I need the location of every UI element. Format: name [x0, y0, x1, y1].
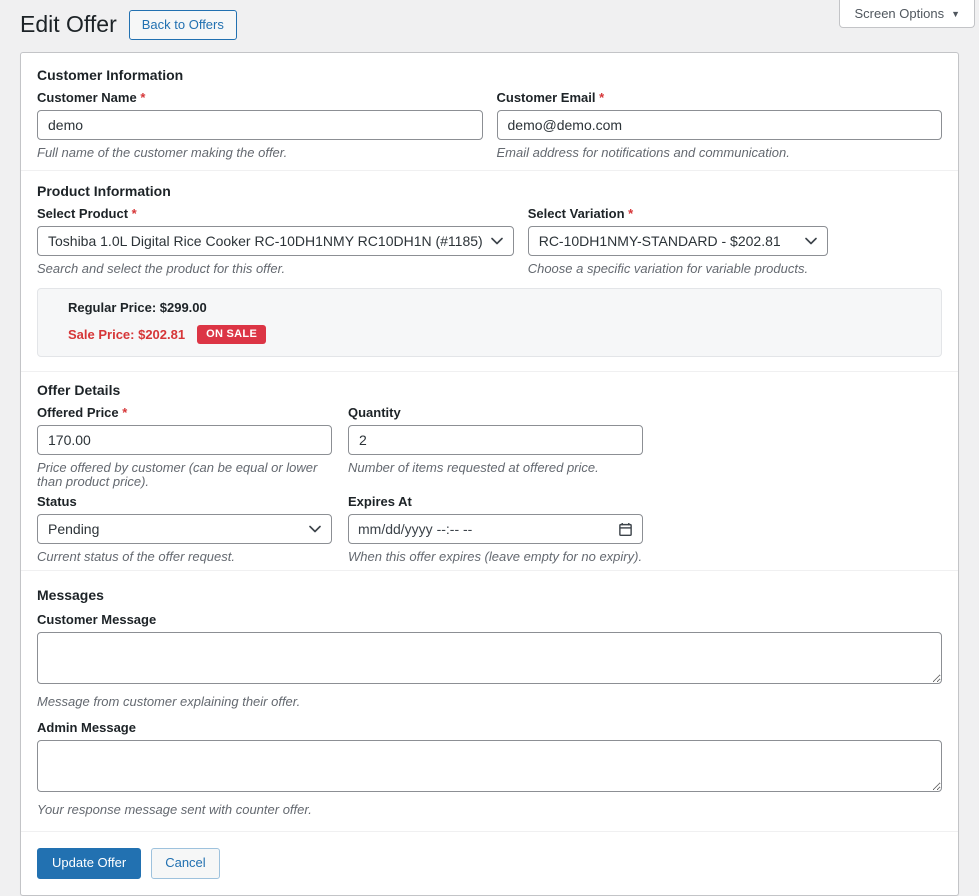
status-label: Status	[37, 495, 332, 509]
customer-message-help: Message from customer explaining their o…	[37, 695, 942, 709]
customer-name-help: Full name of the customer making the off…	[37, 146, 483, 160]
back-to-offers-button[interactable]: Back to Offers	[129, 10, 237, 40]
select-product-field: Select Product * Toshiba 1.0L Digital Ri…	[37, 207, 514, 276]
customer-email-help: Email address for notifications and comm…	[497, 146, 943, 160]
status-field: Status Pending Current status of the off…	[37, 495, 332, 564]
customer-name-input[interactable]	[37, 110, 483, 140]
customer-message-label: Customer Message	[37, 613, 942, 627]
select-variation-help: Choose a specific variation for variable…	[528, 262, 942, 276]
required-asterisk: *	[132, 206, 137, 221]
variation-select-value: RC-10DH1NMY-STANDARD - $202.81	[539, 233, 781, 249]
screen-options-label: Screen Options	[854, 6, 944, 21]
customer-email-input[interactable]	[497, 110, 943, 140]
offered-price-label: Offered Price *	[37, 406, 332, 420]
update-offer-button[interactable]: Update Offer	[37, 848, 141, 879]
expires-at-placeholder: mm/dd/yyyy --:-- --	[358, 521, 472, 537]
expires-at-input[interactable]: mm/dd/yyyy --:-- --	[348, 514, 643, 544]
chevron-down-icon	[309, 525, 321, 533]
chevron-down-icon	[805, 237, 817, 245]
customer-name-field: Customer Name * Full name of the custome…	[37, 91, 483, 160]
status-select[interactable]: Pending	[37, 514, 332, 544]
calendar-icon	[618, 522, 633, 537]
cancel-button[interactable]: Cancel	[151, 848, 219, 879]
quantity-field: Quantity Number of items requested at of…	[348, 406, 643, 489]
customer-email-label: Customer Email *	[497, 91, 943, 105]
customer-information-section: Customer Information Customer Name * Ful…	[21, 53, 958, 171]
admin-message-textarea[interactable]	[37, 740, 942, 792]
sale-price-text: Sale Price: $202.81	[68, 327, 185, 342]
screen-options-tab[interactable]: Screen Options ▼	[839, 0, 975, 28]
offered-price-input[interactable]	[37, 425, 332, 455]
chevron-down-icon: ▼	[951, 9, 960, 19]
product-select[interactable]: Toshiba 1.0L Digital Rice Cooker RC-10DH…	[37, 226, 514, 256]
offered-price-field: Offered Price * Price offered by custome…	[37, 406, 332, 489]
on-sale-badge: ON SALE	[197, 325, 266, 344]
page-header: Edit Offer Back to Offers	[0, 0, 979, 40]
select-product-label: Select Product *	[37, 207, 514, 221]
expires-at-help: When this offer expires (leave empty for…	[348, 550, 643, 564]
offer-details-section: Offer Details Offered Price * Price offe…	[21, 372, 958, 571]
product-price-info-box: Regular Price: $299.00 Sale Price: $202.…	[37, 288, 942, 357]
quantity-label: Quantity	[348, 406, 643, 420]
customer-information-heading: Customer Information	[37, 67, 942, 83]
select-product-help: Search and select the product for this o…	[37, 262, 514, 276]
required-asterisk: *	[628, 206, 633, 221]
admin-message-field: Admin Message Your response message sent…	[37, 721, 942, 817]
product-information-heading: Product Information	[37, 183, 942, 199]
required-asterisk: *	[140, 90, 145, 105]
product-information-section: Product Information Select Product * Tos…	[21, 171, 958, 372]
status-help: Current status of the offer request.	[37, 550, 332, 564]
page-title: Edit Offer	[20, 10, 117, 40]
offered-price-help: Price offered by customer (can be equal …	[37, 461, 332, 489]
chevron-down-icon	[491, 237, 503, 245]
messages-section: Messages Customer Message Message from c…	[21, 571, 958, 832]
customer-message-field: Customer Message Message from customer e…	[37, 613, 942, 709]
required-asterisk: *	[599, 90, 604, 105]
admin-message-help: Your response message sent with counter …	[37, 803, 942, 817]
sale-price-row: Sale Price: $202.81 ON SALE	[68, 325, 911, 344]
customer-email-field: Customer Email * Email address for notif…	[497, 91, 943, 160]
expires-at-field: Expires At mm/dd/yyyy --:-- -- When this…	[348, 495, 643, 564]
select-variation-field: Select Variation * RC-10DH1NMY-STANDARD …	[528, 207, 942, 276]
required-asterisk: *	[122, 405, 127, 420]
form-actions: Update Offer Cancel	[21, 832, 958, 895]
variation-select[interactable]: RC-10DH1NMY-STANDARD - $202.81	[528, 226, 828, 256]
quantity-input[interactable]	[348, 425, 643, 455]
customer-name-label: Customer Name *	[37, 91, 483, 105]
messages-heading: Messages	[37, 587, 942, 603]
status-select-value: Pending	[48, 521, 99, 537]
edit-offer-form-card: Customer Information Customer Name * Ful…	[20, 52, 959, 896]
admin-message-label: Admin Message	[37, 721, 942, 735]
offer-details-heading: Offer Details	[37, 382, 942, 398]
customer-message-textarea[interactable]	[37, 632, 942, 684]
select-variation-label: Select Variation *	[528, 207, 942, 221]
product-select-value: Toshiba 1.0L Digital Rice Cooker RC-10DH…	[48, 233, 483, 249]
expires-at-label: Expires At	[348, 495, 643, 509]
regular-price-text: Regular Price: $299.00	[68, 301, 911, 315]
quantity-help: Number of items requested at offered pri…	[348, 461, 643, 475]
